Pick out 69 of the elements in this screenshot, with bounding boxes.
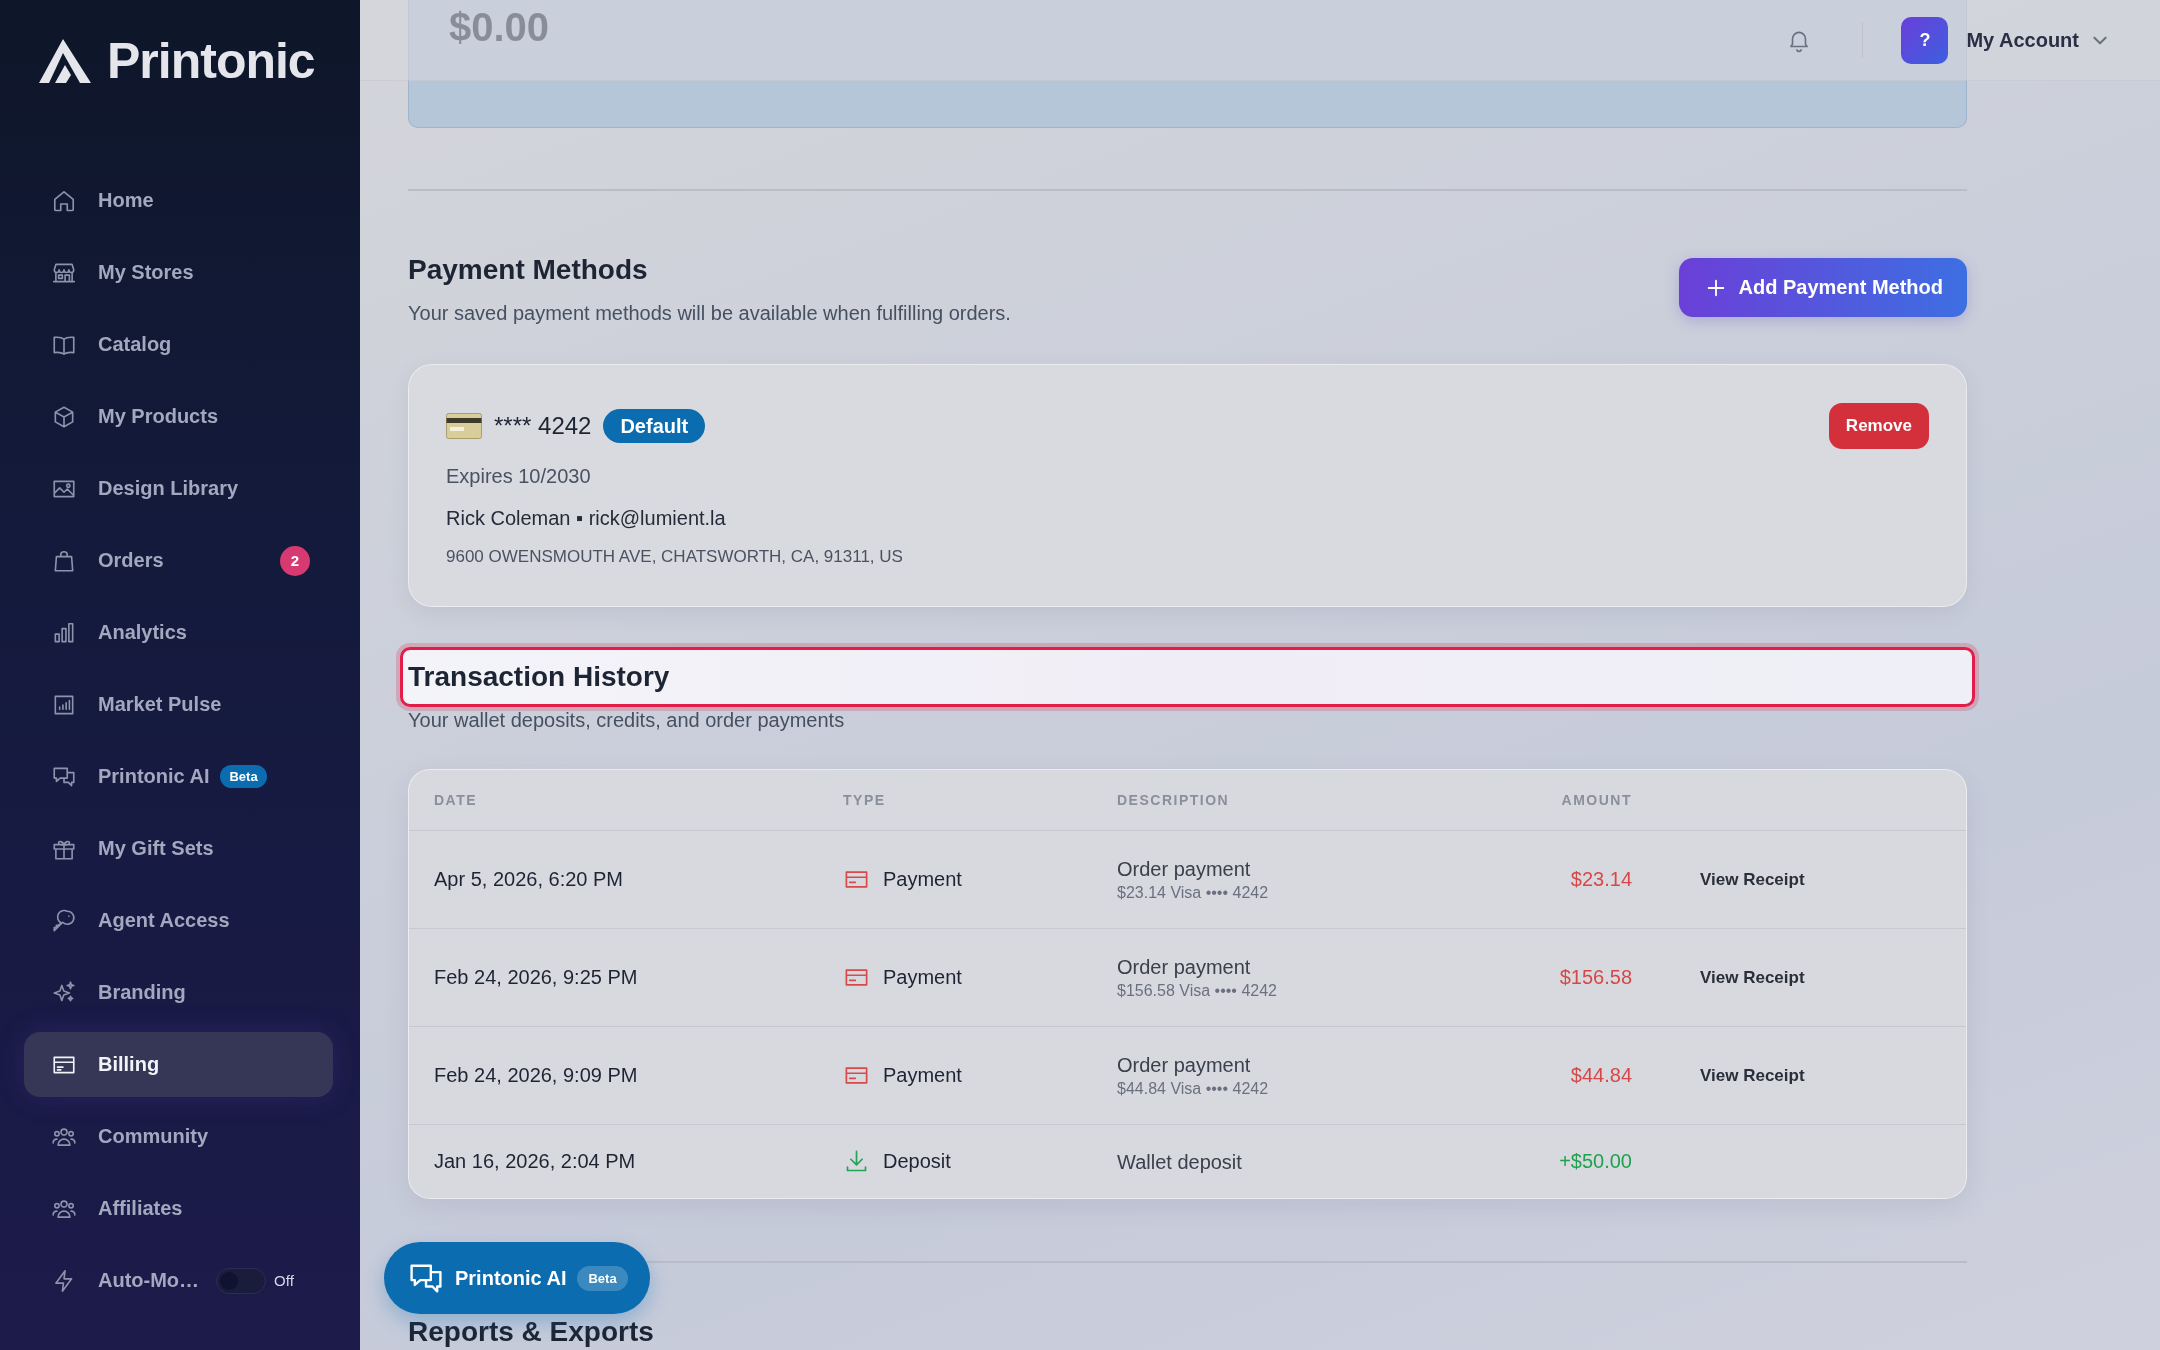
remove-button[interactable]: Remove [1828,403,1929,449]
balance-amount: $0.00 [449,5,550,49]
column-heading: AMOUNT [1560,792,1632,808]
beta-badge: Beta [220,765,267,788]
card-expiry: Expires 10/2030 [446,464,592,489]
section-title: Reports & Exports [408,1316,655,1348]
nav-item[interactable]: My Products [24,384,333,449]
nav-item[interactable]: My Stores [24,240,333,305]
description-text: Order payment [1117,954,1252,979]
type-label: Payment [883,868,962,891]
add-payment-method-button[interactable]: Add Payment Method [1678,258,1967,317]
logo-icon [39,39,91,83]
credit-card-icon [446,413,482,439]
chat-icon [410,1263,442,1293]
billing-address: 9600 OWENSMOUTH AVE, CHATSWORTH, CA, 91311, US [446,546,904,568]
description-detail: $156.58 Visa •••• 4242 [1117,980,1278,1001]
amount-text: +$50.00 [1558,1150,1632,1173]
nav-item[interactable]: Community [24,1104,333,1169]
column-heading: TYPE [843,792,887,808]
date-text: Apr 5, 2026, 6:20 PM [434,868,624,891]
nav-item[interactable]: Analytics [24,600,333,665]
beta-badge: Beta [577,1265,628,1291]
type-label: Deposit [883,1150,951,1173]
key-icon [51,907,77,934]
nav-item[interactable]: Home [24,168,333,233]
type-label: Payment [883,1064,962,1087]
description-text: Order payment [1117,856,1252,881]
count-badge: 2 [280,545,310,576]
date-text: Feb 24, 2026, 9:09 PM [434,1064,639,1087]
description-text: Order payment [1117,1052,1252,1077]
nav-item[interactable]: Printonic AI Beta [24,744,333,809]
account-menu[interactable]: My Account [1966,28,2107,52]
column-heading: DATE [434,792,479,808]
amount-text: $156.58 [1558,966,1632,989]
date-text: Feb 24, 2026, 9:25 PM [434,966,639,989]
view-receipt-link[interactable]: View Receipt [1700,1065,1805,1085]
nav-item[interactable]: Branding [24,960,333,1025]
view-receipt-link[interactable]: View Receipt [1700,967,1805,987]
section-title: Transaction History [400,647,1975,707]
nav-item[interactable]: Orders 2 [24,528,333,593]
chevron-down-icon [2093,35,2107,45]
amount-text: $23.14 [1569,868,1632,891]
column-heading: DESCRIPTION [1117,792,1231,808]
description-text: Wallet deposit [1117,1149,1243,1174]
nav-item[interactable]: Catalog [24,312,333,377]
section-subtitle: Your wallet deposits, credits, and order payments [408,708,846,733]
description-detail: $23.14 Visa •••• 4242 [1117,882,1270,903]
section-subtitle: Your saved payment methods will be available when fulfilling orders. [408,301,1011,326]
card-holder: Rick Coleman ▪ rick@lumient.la [446,506,727,531]
card-number: **** 4242 [494,412,592,440]
logo-text: Printonic [107,38,315,84]
description-detail: $44.84 Visa •••• 4242 [1117,1078,1270,1099]
toggle-state-label: Off [274,1272,294,1289]
nav-item[interactable]: Agent Access [24,888,333,953]
avatar[interactable]: ? [1901,16,1949,64]
amount-text: $44.84 [1569,1064,1632,1087]
nav-item[interactable]: Affiliates [24,1176,333,1241]
default-badge: Default [603,409,706,443]
nav-item[interactable]: Market Pulse [24,672,333,737]
section-title: Payment Methods [408,253,649,287]
nav-item[interactable]: Billing [24,1032,333,1097]
ai-assistant-button[interactable]: Printonic AI Beta [384,1242,650,1314]
nav-item[interactable]: Auto-Mo… Off [24,1248,333,1313]
nav-item[interactable]: My Gift Sets [24,816,333,881]
toggle-switch[interactable] [216,1267,267,1294]
type-label: Payment [883,966,962,989]
date-text: Jan 16, 2026, 2:04 PM [434,1150,637,1173]
nav-item[interactable]: Design Library [24,456,333,521]
view-receipt-link[interactable]: View Receipt [1700,869,1805,889]
